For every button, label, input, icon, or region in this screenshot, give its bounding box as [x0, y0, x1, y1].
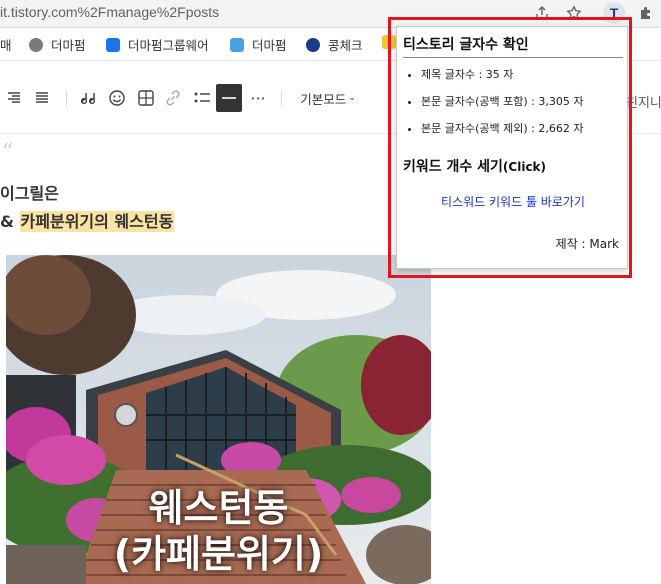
list-icon[interactable]	[191, 87, 213, 109]
more-icon[interactable]: ···	[248, 87, 268, 109]
url-text[interactable]: it.tistory.com%2Fmanage%2Fposts	[0, 4, 219, 20]
dermafirm-icon	[230, 37, 244, 52]
bookmark-label: 매	[0, 38, 12, 53]
content-text: &	[0, 212, 20, 231]
link-icon[interactable]	[163, 87, 183, 109]
highlighted-text: 카페분위기의 웨스턴동	[19, 211, 175, 232]
content-line[interactable]: 이그릴은	[0, 180, 59, 204]
extension-puzzle-icon[interactable]	[636, 3, 656, 23]
mode-label: 기본모드	[300, 91, 347, 107]
emoji-icon[interactable]	[107, 87, 127, 109]
bookmark-label: 더마펌	[252, 38, 287, 53]
bookmark-label: 더마펌그룹웨어	[128, 38, 209, 53]
bookmark-item[interactable]: 더마펌그룹웨어	[106, 35, 209, 54]
quote-mark: “	[2, 140, 14, 165]
bookmark-item[interactable]: 매	[0, 35, 12, 54]
align-justify-icon[interactable]	[33, 87, 51, 109]
toolbar-divider	[281, 90, 282, 106]
table-icon[interactable]	[136, 87, 156, 109]
cafe-photo[interactable]: 웨스턴동 (카페분위기)	[6, 255, 431, 584]
chevron-down-icon: ⌄	[348, 93, 356, 103]
plus-circle-icon	[29, 37, 43, 52]
kongcheck-icon	[306, 37, 320, 52]
photo-caption-subtitle: (카페분위기)	[113, 532, 324, 576]
bookmark-item[interactable]: 더마펌	[230, 35, 287, 54]
align-right-icon[interactable]	[5, 87, 23, 109]
toolbar-divider	[66, 90, 67, 106]
bookmark-item[interactable]: 콩체크	[306, 35, 363, 54]
quote-icon[interactable]	[78, 87, 100, 109]
groupware-icon	[106, 37, 120, 52]
content-line[interactable]: & 카페분위기의 웨스턴동	[0, 208, 175, 232]
divider-line-icon[interactable]	[216, 84, 242, 112]
highlight-annotation-box	[388, 17, 632, 278]
bookmark-label: 더마펌	[51, 38, 86, 53]
bookmark-item[interactable]: 더마펌	[29, 35, 86, 54]
mode-select[interactable]: 기본모드 ⌄	[298, 87, 358, 109]
bookmark-label: 콩체크	[328, 38, 363, 53]
